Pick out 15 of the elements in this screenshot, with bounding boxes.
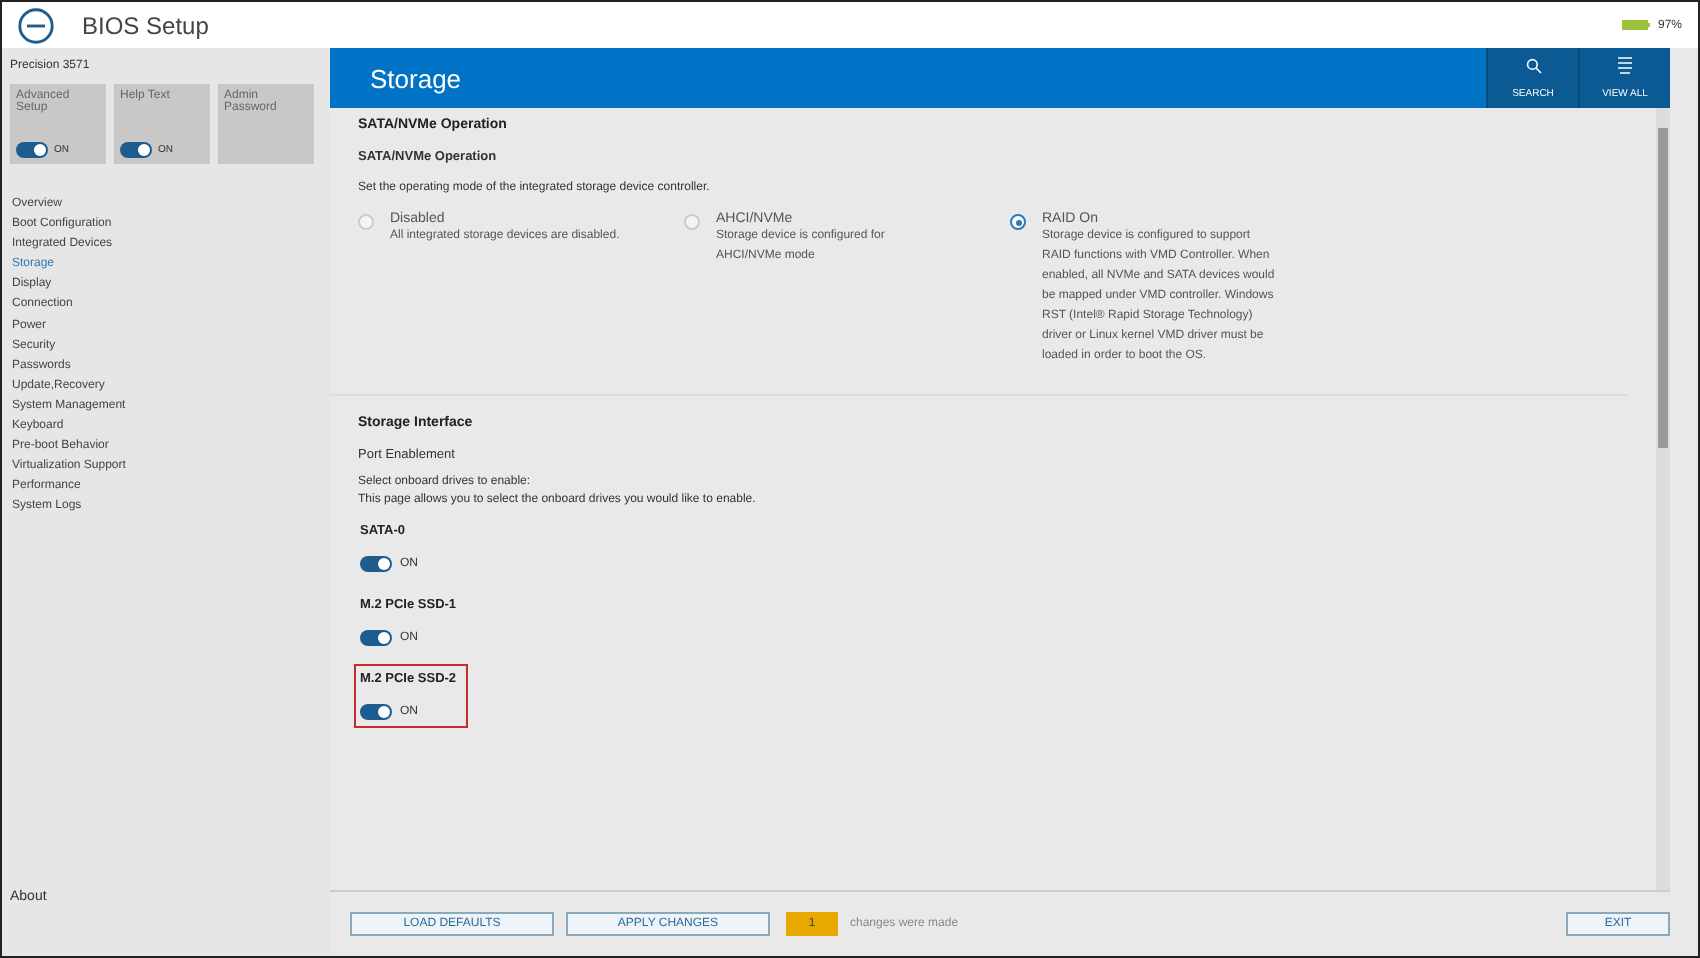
toggle-switch[interactable] — [120, 142, 152, 158]
page-title: Storage — [368, 63, 462, 93]
toggle-switch[interactable] — [16, 142, 48, 158]
radio-button[interactable] — [1010, 214, 1026, 230]
toggle-switch[interactable] — [360, 630, 392, 646]
logo-icon — [18, 7, 54, 43]
battery-icon — [1621, 20, 1650, 30]
window-title: BIOS Setup — [82, 11, 209, 39]
scrollbar[interactable] — [1656, 108, 1670, 890]
radio-button[interactable] — [358, 214, 374, 230]
toggle-switch[interactable] — [360, 556, 392, 572]
radio-button[interactable] — [684, 214, 700, 230]
search-icon — [1525, 57, 1541, 73]
list-icon — [1616, 56, 1634, 74]
toggle-switch[interactable] — [360, 704, 392, 720]
